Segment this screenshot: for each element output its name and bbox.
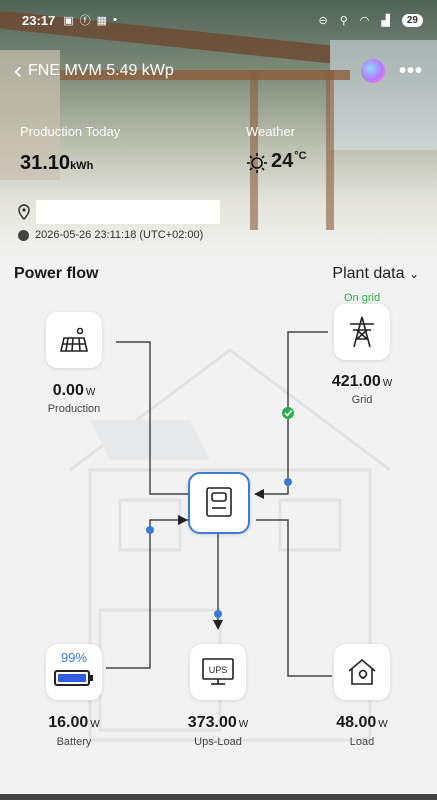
power-flow-title: Power flow [14, 265, 99, 282]
production-today-unit: kWh [70, 160, 94, 172]
transmission-tower-icon [350, 316, 374, 348]
production-value: 0.00 W [19, 382, 129, 400]
svg-text:UPS: UPS [209, 665, 228, 675]
weather-label: Weather [246, 124, 295, 139]
production-tile[interactable] [46, 312, 102, 368]
wifi-icon: ◠ [359, 14, 370, 27]
more-icon[interactable]: ••• [399, 60, 423, 83]
home-load-icon [348, 658, 376, 685]
battery-icon [54, 670, 93, 686]
production-today-value: 31.10kWh [20, 152, 93, 175]
dnd-icon: ⊖ [318, 14, 328, 27]
location-redacted [36, 200, 220, 224]
solar-panel-icon [59, 327, 89, 352]
weather-temp: 24 [271, 150, 294, 172]
location-pin-icon [18, 204, 30, 220]
production-today-number: 31.10 [20, 152, 71, 174]
grid-status: On grid [344, 292, 381, 304]
weather-unit: °C [294, 150, 307, 162]
clock-icon [18, 229, 29, 241]
status-bar: 23:17 ▣ ⓕ ▦ • ⊖ ⚲ ◠ ▟ 29 [22, 10, 423, 30]
production-unit: W [85, 387, 96, 398]
location-row [18, 200, 220, 224]
ups-number: 373.00 [187, 714, 237, 731]
notification-icon: ▣ [63, 14, 74, 27]
battery-status: 29 [401, 13, 423, 27]
production-number: 0.00 [52, 382, 84, 399]
dot-icon: • [113, 14, 117, 26]
battery-level-fill [58, 674, 86, 682]
battery-label: Battery [56, 736, 92, 748]
inverter-icon [206, 487, 232, 517]
app-icon: ▦ [96, 14, 108, 27]
ups-icon: UPS [202, 658, 234, 685]
nav-bar: ‹ FNE MVM 5.49 kWp ••• [14, 58, 423, 84]
plant-title: FNE MVM 5.49 kWp [28, 62, 174, 79]
timestamp-row: 2026-05-26 23:11:18 (UTC+02:00) [18, 229, 203, 241]
load-label: Load [349, 736, 375, 748]
sky-area [330, 40, 437, 150]
pergola-post [326, 70, 334, 230]
battery-percent: 99% [60, 650, 88, 665]
ups-tile[interactable]: UPS [190, 644, 246, 700]
battery-tip [90, 675, 93, 681]
gesture-bar [0, 794, 437, 800]
ups-value: 373.00 W [163, 714, 273, 732]
load-tile[interactable] [334, 644, 390, 700]
weather-value: 24 °C [246, 150, 307, 174]
signal-icon: ▟ [381, 14, 390, 27]
load-number: 48.00 [336, 714, 377, 731]
chevron-down-icon: ⌄ [408, 267, 419, 281]
load-unit: W [378, 719, 388, 730]
plant-data-label: Plant data [332, 265, 405, 282]
battery-unit: W [90, 719, 100, 730]
grid-value: 421.00 W [307, 373, 417, 391]
ups-label: Ups-Load [194, 736, 242, 748]
back-arrow-icon[interactable]: ‹ [14, 59, 22, 83]
production-label: Production [47, 403, 101, 415]
ups-unit: W [238, 719, 249, 730]
production-today-label: Production Today [20, 124, 121, 139]
grid-unit: W [382, 378, 393, 389]
load-value: 48.00 W [307, 714, 417, 732]
grid-number: 421.00 [331, 373, 381, 390]
timestamp: 2026-05-26 23:11:18 (UTC+02:00) [35, 229, 204, 241]
plant-data-dropdown[interactable]: Plant data ⌄ [332, 265, 419, 283]
inverter-tile[interactable] [188, 472, 250, 534]
facebook-icon: ⓕ [79, 15, 91, 27]
battery-number: 16.00 [48, 714, 89, 731]
grid-tile[interactable] [334, 304, 390, 360]
location-status-icon: ⚲ [339, 14, 348, 27]
battery-value: 16.00 W [19, 714, 129, 732]
sun-icon [247, 153, 267, 173]
assistant-avatar[interactable] [360, 59, 385, 83]
battery-tile[interactable]: 99% [46, 644, 102, 700]
grid-label: Grid [351, 394, 373, 406]
status-time: 23:17 [22, 12, 56, 28]
